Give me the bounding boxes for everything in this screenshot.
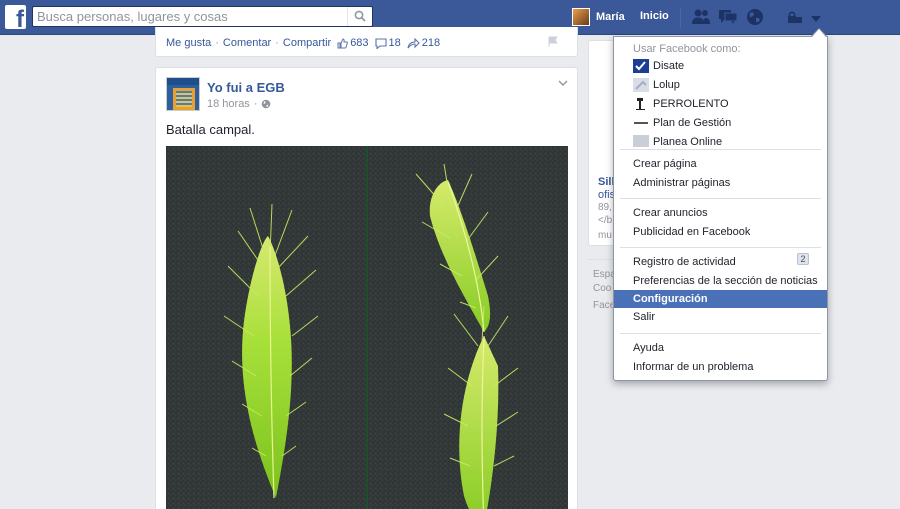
profile-name: María [596,11,625,23]
disate-page-icon [633,59,649,73]
wheat-grass-image [223,203,319,499]
messages-icon[interactable] [718,8,738,26]
wheat-grass-image [415,163,519,509]
planea-page-icon [633,135,649,147]
lolup-page-icon [633,78,649,92]
post-timestamp[interactable]: 18 horas · [207,98,271,110]
post-actions: Me gusta · Comentar · Compartir 683 18 2… [166,37,440,49]
perrolento-page-icon [633,97,649,111]
share-link[interactable]: Compartir [283,37,331,49]
advertise-item[interactable]: Publicidad en Facebook [614,223,827,241]
use-facebook-as-heading: Usar Facebook como: [633,43,741,55]
activity-count-badge: 2 [797,253,809,265]
menu-separator [620,333,821,334]
thumbs-up-icon [337,37,348,48]
notifications-globe-icon[interactable] [745,8,765,26]
create-page-item[interactable]: Crear página [614,155,827,173]
share-arrow-icon [407,37,420,48]
like-link[interactable]: Me gusta [166,37,211,49]
menu-separator [620,198,821,199]
chevron-down-icon[interactable] [557,78,569,88]
account-label: PERROLENTO [653,98,729,110]
footer-cookies-link[interactable]: Coo [593,283,611,294]
photo-left-panel [166,146,366,509]
privacy-lock-icon[interactable] [785,8,805,26]
likes-value: 683 [350,37,369,49]
public-globe-icon [262,99,271,109]
menu-pointer [812,29,826,37]
shares-count[interactable]: 218 [407,37,440,49]
ad-text-line: </b [598,215,613,226]
home-link[interactable]: Inicio [640,10,669,22]
account-item-lolup[interactable]: Lolup [614,76,827,94]
ad-text-line: mu [598,230,612,241]
post-card: Yo fui a EGB 18 horas · Batalla campal. [155,67,578,509]
page-avatar[interactable] [166,77,200,111]
page-name-link[interactable]: Yo fui a EGB [207,80,285,95]
search-icon [354,10,366,22]
facebook-logo-icon[interactable]: f [5,5,26,32]
comment-link[interactable]: Comentar [223,37,271,49]
caret-down-icon [811,16,821,22]
search-button[interactable] [347,7,372,26]
account-label: Lolup [653,79,680,91]
likes-count[interactable]: 683 [337,37,369,49]
menu-separator [620,149,821,150]
search-box [32,6,373,27]
account-label: Plan de Gestión [653,117,732,129]
help-item[interactable]: Ayuda [614,339,827,357]
ad-text-line: 89, [598,202,612,213]
settings-item[interactable]: Configuración [614,290,827,308]
post-text: Batalla campal. [166,122,255,137]
previous-post-card: Me gusta · Comentar · Compartir 683 18 2… [155,27,578,57]
flag-icon[interactable] [547,36,559,48]
logout-item[interactable]: Salir [614,308,827,326]
report-problem-item[interactable]: Informar de un problema [614,358,827,376]
comments-value: 18 [388,37,401,49]
account-settings-menu: Usar Facebook como: Disate Lolup PERROLE… [613,36,828,381]
account-item-disate[interactable]: Disate [614,57,827,75]
photo-right-panel [368,146,568,509]
post-photo[interactable] [166,146,568,509]
profile-link[interactable]: María [572,7,625,27]
separator-dot: · [275,37,279,49]
account-label: Planea Online [653,136,723,147]
activity-log-item[interactable]: Registro de actividad [614,253,827,271]
account-settings-button[interactable] [805,7,827,29]
create-ads-item[interactable]: Crear anuncios [614,204,827,222]
friend-requests-icon[interactable] [691,8,711,26]
comments-count[interactable]: 18 [374,37,401,49]
footer-copyright: Face [593,300,616,311]
account-item-planea-online[interactable]: Planea Online [614,133,827,147]
account-item-perrolento[interactable]: PERROLENTO [614,95,827,113]
news-feed-preferences-item[interactable]: Preferencias de la sección de noticias [614,272,827,290]
post-time-text: 18 horas [207,98,250,110]
plan-page-icon [633,116,649,130]
comment-bubble-icon [374,37,387,49]
account-label: Disate [653,60,685,72]
search-input[interactable] [33,7,343,26]
separator-dot: · [215,37,219,49]
avatar [572,8,590,26]
accounts-list: Disate Lolup PERROLENTO Plan de Gestión [614,57,827,147]
account-item-plan-de-gestion[interactable]: Plan de Gestión [614,114,827,132]
manage-pages-item[interactable]: Administrar páginas [614,174,827,192]
nav-divider [680,8,681,28]
menu-separator [620,247,821,248]
shares-value: 218 [421,37,441,49]
separator-dot: · [253,98,258,110]
